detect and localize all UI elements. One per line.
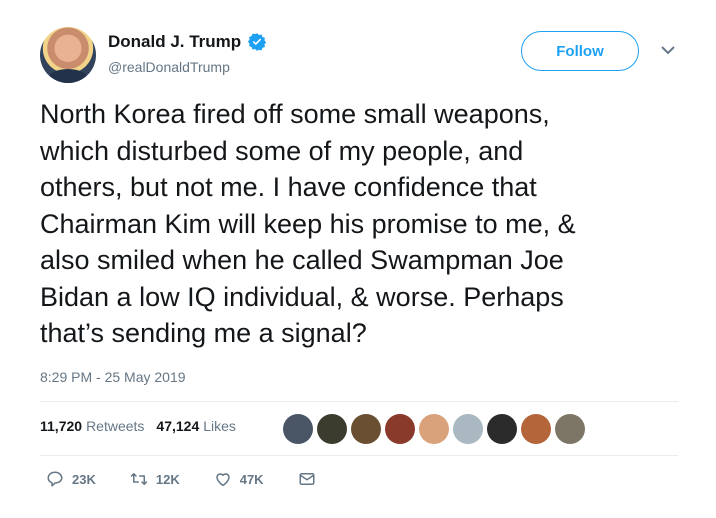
likes-stat[interactable]: 47,124 Likes	[156, 418, 236, 434]
reply-button[interactable]: 23K	[46, 470, 96, 488]
divider	[40, 455, 678, 456]
verified-badge-icon	[248, 33, 267, 51]
engagement-stats: 11,720 Retweets 47,124 Likes	[40, 418, 236, 434]
like-count: 47K	[239, 471, 264, 487]
retweets-stat[interactable]: 11,720 Retweets	[40, 418, 144, 434]
liker-avatar[interactable]	[317, 414, 347, 444]
like-icon	[215, 473, 230, 487]
liker-avatar[interactable]	[555, 414, 585, 444]
author-handle[interactable]: @realDonaldTrump	[108, 59, 230, 75]
liker-avatar[interactable]	[351, 414, 381, 444]
likes-label: Likes	[203, 418, 236, 434]
likes-count: 47,124	[156, 418, 200, 434]
reply-count: 23K	[72, 471, 96, 487]
tweet-text: North Korea fired off some small weapons…	[40, 99, 576, 348]
direct-message-icon	[299, 473, 315, 485]
direct-message-button[interactable]	[298, 470, 316, 488]
retweets-count: 11,720	[40, 418, 83, 434]
follow-button[interactable]: Follow	[521, 31, 639, 71]
author-name-row[interactable]: Donald J. Trump	[108, 32, 267, 52]
like-button[interactable]: 47K	[214, 470, 264, 488]
liker-avatars	[283, 414, 585, 444]
retweet-count: 12K	[155, 471, 180, 487]
tweet-timestamp[interactable]: 8:29 PM - 25 May 2019	[40, 369, 186, 385]
liker-avatar[interactable]	[283, 414, 313, 444]
retweet-icon	[130, 473, 148, 485]
retweets-label: Retweets	[86, 418, 145, 434]
divider	[40, 401, 678, 402]
liker-avatar[interactable]	[419, 414, 449, 444]
reply-icon	[47, 471, 63, 487]
chevron-down-icon[interactable]	[661, 45, 675, 55]
liker-avatar[interactable]	[521, 414, 551, 444]
author-display-name[interactable]: Donald J. Trump	[108, 32, 241, 52]
tweet-actions: 23K 12K 47K	[46, 470, 350, 488]
liker-avatar[interactable]	[453, 414, 483, 444]
liker-avatar[interactable]	[487, 414, 517, 444]
liker-avatar[interactable]	[385, 414, 415, 444]
retweet-button[interactable]: 12K	[130, 470, 180, 488]
author-avatar[interactable]	[40, 27, 96, 83]
